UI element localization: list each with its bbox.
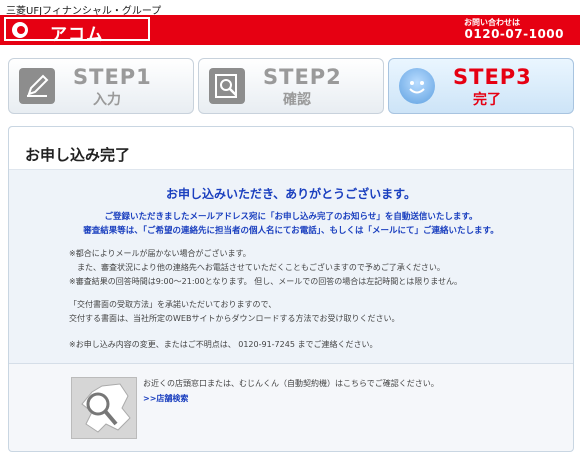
note-line: 「交付書面の受取方法」を承諾いただいておりますので、 <box>69 300 277 309</box>
note-line: また、審査状況により他の連絡先へお電話させていただくこともございますので予めご了… <box>69 263 445 272</box>
note-line: ※都合によりメールが届かない場合がございます。 <box>69 249 251 258</box>
pencil-icon <box>19 68 55 104</box>
step-3-title: STEP3 <box>453 65 532 89</box>
step-2-label: 確認 <box>283 92 311 108</box>
contact-note: ※お申し込み内容の変更、またはご不明点は、 0120-91-7245 までご連絡… <box>69 340 378 349</box>
step-3-label: 完了 <box>473 92 501 108</box>
note-line: ※審査結果の回答時間は9:00～21:00となります。 但し、メールでの回答の場… <box>69 277 462 286</box>
step-1-label: 入力 <box>93 92 121 108</box>
shop-search-link[interactable]: >>店舗検索 <box>143 393 188 404</box>
completion-card: お申し込み完了 お申し込みいただき、ありがとうございます。 ご登録いただきました… <box>8 126 574 452</box>
step-2: STEP2 確認 <box>198 58 384 114</box>
page-title: お申し込み完了 <box>25 146 131 164</box>
acom-logo[interactable]: アコム <box>4 17 150 45</box>
step-1: STEP1 入力 <box>8 58 194 114</box>
smile-icon <box>399 68 435 104</box>
note-line: 交付する書面は、当社所定のWEBサイトからダウンロードする方法でお受け取りくださ… <box>69 314 400 323</box>
step-1-title: STEP1 <box>73 65 152 89</box>
logo-mark-icon <box>12 22 28 38</box>
card-header: お申し込み完了 <box>9 127 573 170</box>
thanks-message: お申し込みいただき、ありがとうございます。 <box>166 187 416 201</box>
contact-number: 0120-07-1000 <box>464 27 564 41</box>
step-2-title: STEP2 <box>263 65 342 89</box>
logo-text: アコム <box>50 25 104 45</box>
site-header: アコム お問い合わせは 0120-07-1000 <box>0 15 580 45</box>
intro-line-1: ご登録いただきましたメールアドレス宛に「お申し込み完了のお知らせ」を自動送信いた… <box>104 212 478 222</box>
map-search-icon[interactable] <box>71 377 137 439</box>
intro-line-2: 審査結果等は、「ご希望の連絡先に担当者の個人名にてお電話」、もしくは「メールにて… <box>83 226 499 236</box>
magnifier-icon <box>209 68 245 104</box>
step-3: STEP3 完了 <box>388 58 574 114</box>
shop-description: お近くの店頭窓口または、むじんくん（自動契約機）はこちらでご確認ください。 <box>143 379 439 388</box>
step-indicator: STEP1 入力 STEP2 確認 STEP3 完了 <box>8 58 574 116</box>
